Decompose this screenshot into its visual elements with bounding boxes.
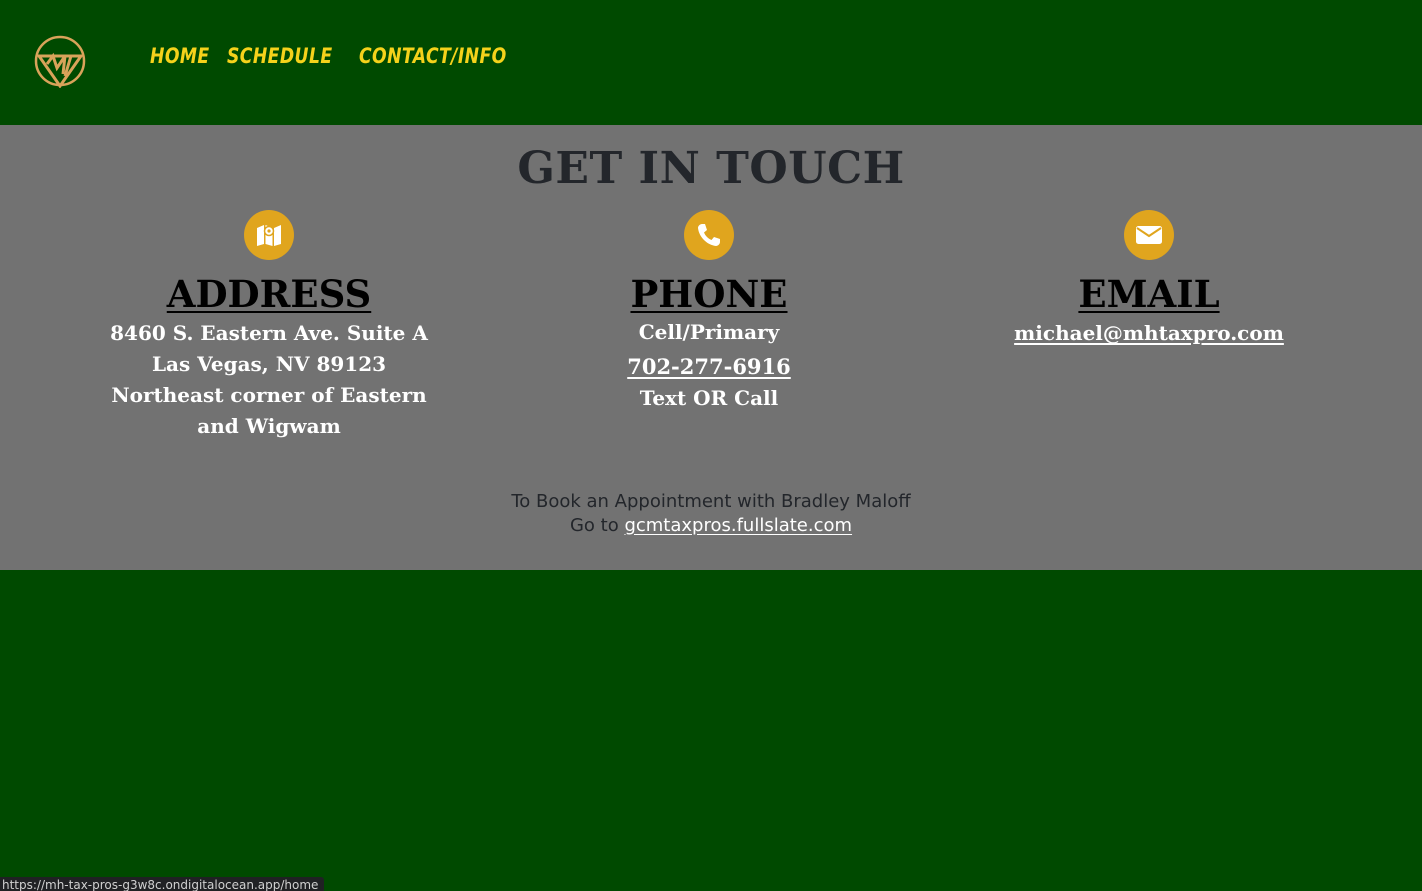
phone-note: Text OR Call — [639, 386, 779, 410]
phone-heading: PHONE — [630, 272, 788, 316]
phone-number-link[interactable]: 702-277-6916 — [509, 347, 909, 387]
nav-link-home[interactable]: HOME — [150, 44, 210, 68]
address-column: ADDRESS 8460 S. Eastern Ave. Suite A Las… — [69, 210, 469, 442]
phone-icon — [684, 210, 734, 260]
page-title: GET IN TOUCH — [517, 143, 905, 194]
booking-line: To Book an Appointment with Bradley Malo… — [511, 491, 911, 512]
nav-link-schedule[interactable]: SCHEDULE — [227, 44, 333, 68]
nav-link-contact-info[interactable]: CONTACT/INFO — [359, 44, 507, 68]
phone-column: PHONE Cell/Primary 702-277-6916 Text OR … — [509, 210, 909, 409]
address-line-3: Northeast corner of Eastern and Wigwam — [111, 383, 427, 438]
contact-section: GET IN TOUCH ADDRESS 8460 S. Eastern Ave… — [0, 125, 1422, 570]
map-icon — [244, 210, 294, 260]
nav-links: HOME SCHEDULE CONTACT/INFO — [150, 44, 529, 68]
email-link[interactable]: michael@mhtaxpro.com — [1014, 321, 1284, 345]
booking-info: To Book an Appointment with Bradley Malo… — [0, 490, 1422, 538]
email-column: EMAIL michael@mhtaxpro.com — [949, 210, 1349, 345]
address-line-1: 8460 S. Eastern Ave. Suite A — [110, 321, 428, 345]
booking-link-line: Go to gcmtaxpros.fullslate.com — [0, 514, 1422, 538]
top-navbar: HOME SCHEDULE CONTACT/INFO — [0, 0, 1422, 125]
address-heading: ADDRESS — [166, 272, 372, 316]
status-bar-url: https://mh-tax-pros-g3w8c.ondigitalocean… — [0, 877, 325, 891]
booking-prefix: Go to — [569, 515, 619, 536]
phone-label: Cell/Primary — [638, 320, 780, 344]
envelope-icon — [1124, 210, 1174, 260]
mh-logo-icon[interactable] — [33, 34, 87, 89]
email-heading: EMAIL — [1078, 272, 1220, 316]
address-line-2: Las Vegas, NV 89123 — [151, 352, 387, 376]
booking-link[interactable]: gcmtaxpros.fullslate.com — [624, 515, 852, 536]
